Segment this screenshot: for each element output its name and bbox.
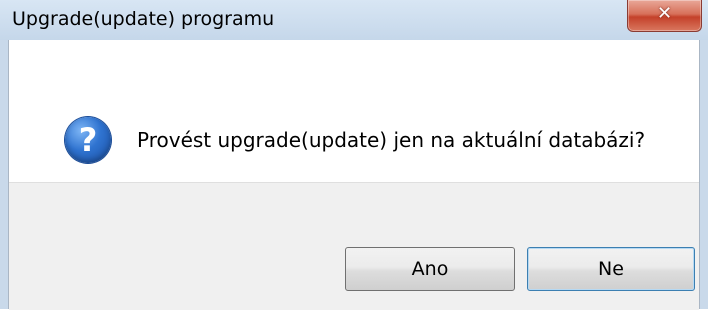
message-area: ? Provést upgrade(update) jen na aktuáln… xyxy=(9,40,699,182)
question-mark-glyph: ? xyxy=(78,121,98,159)
dialog-message: Provést upgrade(update) jen na aktuální … xyxy=(137,128,646,152)
close-icon: ✕ xyxy=(656,3,673,24)
dialog-window: Upgrade(update) programu ✕ ? Provést upg… xyxy=(0,0,708,310)
dialog-body: ? Provést upgrade(update) jen na aktuáln… xyxy=(8,40,700,310)
button-bar: Ano Ne xyxy=(9,182,699,310)
no-button[interactable]: Ne xyxy=(527,247,695,291)
question-icon: ? xyxy=(65,117,111,163)
yes-button[interactable]: Ano xyxy=(345,247,515,291)
close-button[interactable]: ✕ xyxy=(627,0,702,32)
title-bar: Upgrade(update) programu ✕ xyxy=(0,0,708,40)
window-title: Upgrade(update) programu xyxy=(12,8,275,30)
